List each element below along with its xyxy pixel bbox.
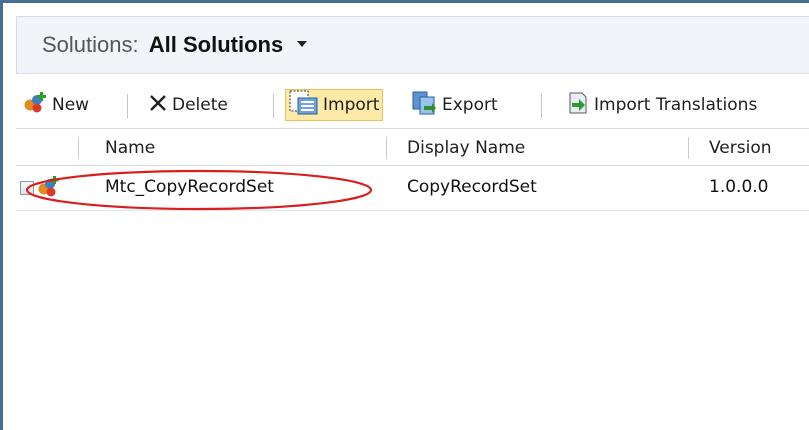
new-label: New [52, 95, 90, 115]
row-display-name: CopyRecordSet [407, 177, 537, 197]
delete-x-icon [148, 93, 168, 118]
export-button[interactable]: Export [412, 89, 498, 121]
view-name[interactable]: All Solutions [149, 32, 283, 57]
import-label: Import [323, 95, 380, 115]
caret-down-icon[interactable] [297, 41, 308, 48]
table-row[interactable]: Mtc_CopyRecordSet CopyRecordSet 1.0.0.0 [16, 167, 809, 211]
column-divider[interactable] [688, 137, 689, 159]
new-button[interactable]: New [22, 89, 89, 121]
export-icon [412, 91, 438, 120]
import-button[interactable]: Import [285, 89, 384, 121]
row-name[interactable]: Mtc_CopyRecordSet [105, 177, 274, 197]
export-label: Export [442, 95, 498, 115]
view-selector[interactable]: Solutions: All Solutions [42, 31, 308, 59]
import-translations-button[interactable]: Import Translations [566, 89, 757, 121]
delete-button[interactable]: Delete [148, 89, 228, 121]
column-header-display-name[interactable]: Display Name [407, 138, 525, 158]
toolbar-separator [273, 94, 274, 118]
column-divider [78, 137, 79, 159]
window-left-border [0, 0, 3, 430]
column-header-name[interactable]: Name [105, 138, 155, 158]
new-solution-icon [22, 91, 48, 120]
column-divider[interactable] [386, 137, 387, 159]
toolbar: New Delete Import Export Import Translat… [16, 84, 809, 126]
grid-header: Name Display Name Version [16, 128, 809, 166]
toolbar-separator [541, 94, 542, 118]
import-translations-icon [566, 91, 590, 120]
column-header-version[interactable]: Version [709, 138, 772, 158]
import-translations-label: Import Translations [594, 95, 758, 115]
view-label: Solutions: [42, 32, 139, 57]
row-checkbox[interactable] [20, 181, 34, 195]
view-header: Solutions: All Solutions [16, 16, 809, 74]
delete-label: Delete [172, 95, 228, 115]
row-version: 1.0.0.0 [709, 177, 769, 197]
window-top-border [0, 0, 809, 3]
import-icon [289, 90, 319, 121]
toolbar-separator [127, 94, 128, 118]
solution-row-icon [36, 175, 60, 203]
